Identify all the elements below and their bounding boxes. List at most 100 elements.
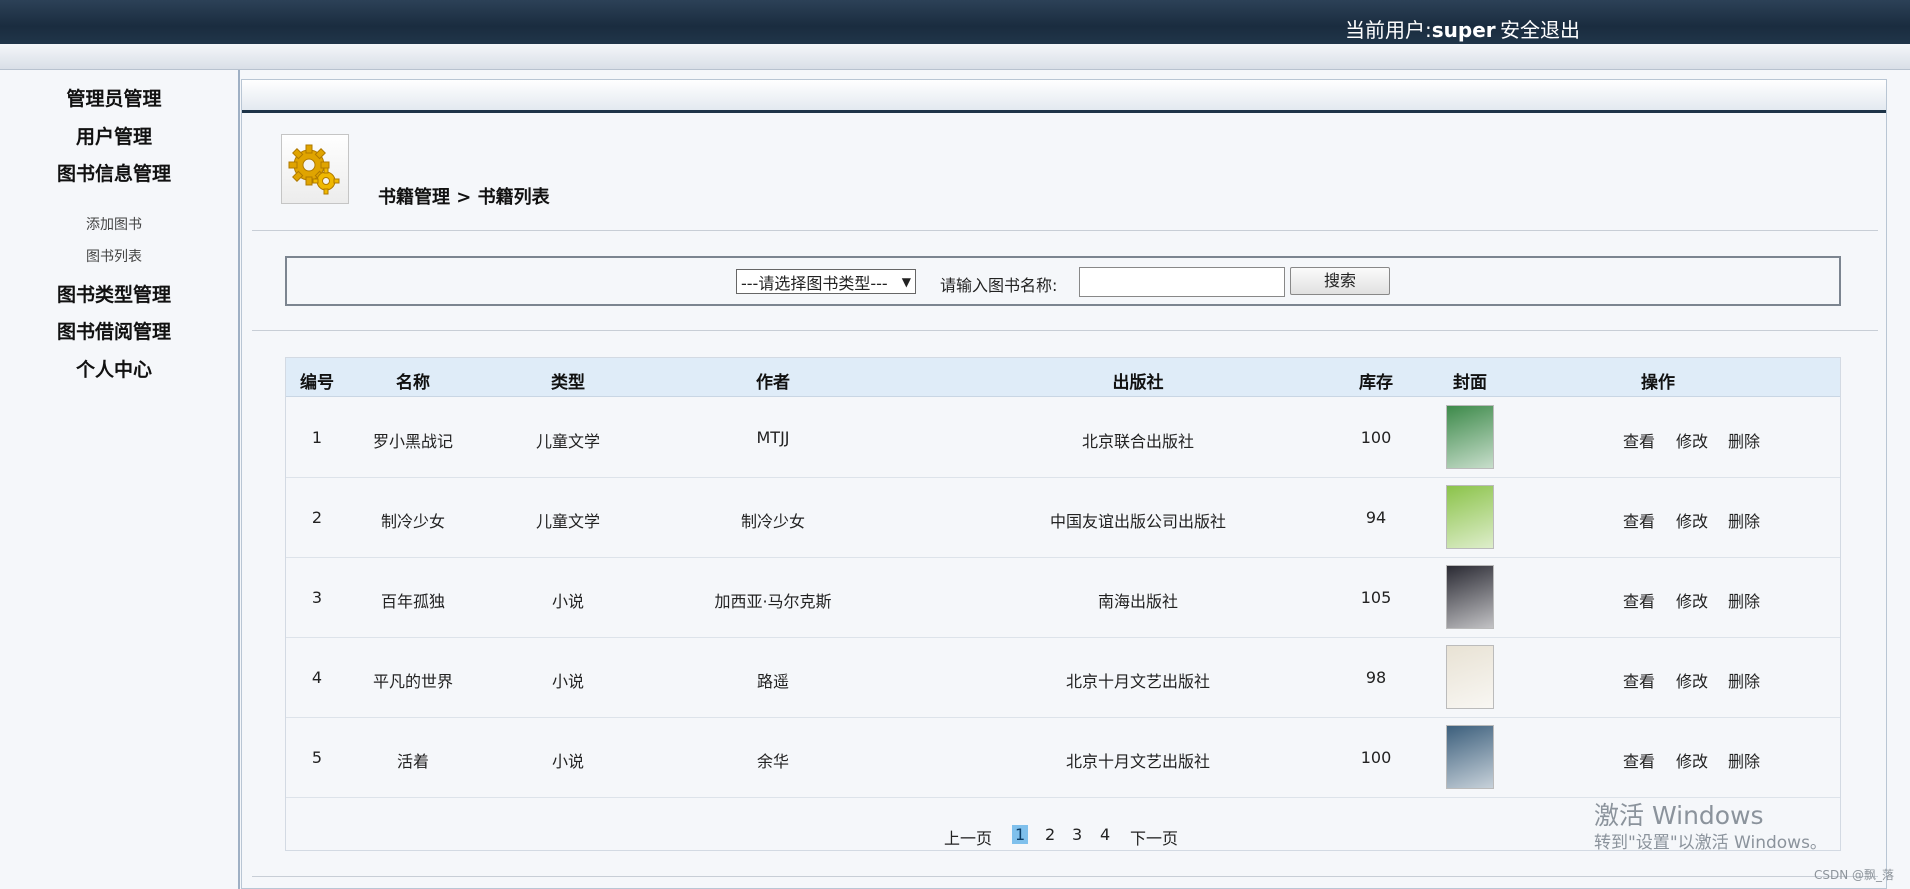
sidebar-item-book-types[interactable]: 图书类型管理 [0, 280, 228, 307]
col-header-stock: 库存 [1359, 373, 1393, 393]
delete-button[interactable]: 删除 [1728, 588, 1760, 612]
cell-author: 制冷少女 [740, 512, 805, 531]
sidebar-item-profile[interactable]: 个人中心 [0, 355, 228, 382]
search-button[interactable]: 搜索 [1290, 267, 1390, 295]
table-row: 5 活着 小说 余华 北京十月文艺出版社 100 查看 修改 删除 [286, 718, 1840, 798]
col-header-id: 编号 [300, 373, 334, 393]
table-row: 1 罗小黑战记 儿童文学 MTJJ 北京联合出版社 100 查看 修改 删除 [286, 398, 1840, 478]
cell-type: 小说 [551, 592, 584, 611]
cell-author: MTJJ [756, 428, 790, 447]
divider [252, 876, 1878, 877]
table-row: 2 制冷少女 儿童文学 制冷少女 中国友谊出版公司出版社 94 查看 修改 删除 [286, 478, 1840, 558]
csdn-watermark: CSDN @飘_落 [1814, 868, 1895, 882]
cell-name: 罗小黑战记 [372, 432, 453, 451]
cell-author: 余华 [756, 752, 789, 771]
windows-activation-hint: 转到"设置"以激活 Windows。 [1594, 833, 1827, 853]
chevron-down-icon: ▼ [901, 274, 911, 289]
book-cover-image [1446, 725, 1494, 789]
cell-name: 百年孤独 [380, 592, 445, 611]
top-bar: 当前用户:super 安全退出 [0, 0, 1910, 44]
edit-button[interactable]: 修改 [1676, 748, 1708, 772]
sidebar-subitem-book-list[interactable]: 图书列表 [0, 246, 228, 266]
divider [252, 330, 1878, 331]
col-header-publisher: 出版社 [1112, 373, 1164, 393]
sidebar-item-users[interactable]: 用户管理 [0, 122, 228, 149]
cell-publisher: 南海出版社 [1097, 592, 1178, 611]
edit-button[interactable]: 修改 [1676, 668, 1708, 692]
cell-publisher: 北京十月文艺出版社 [1065, 672, 1210, 691]
current-user-label: 当前用户: [1345, 18, 1432, 42]
cell-stock: 100 [1360, 428, 1392, 447]
current-user: 当前用户:super [1345, 14, 1496, 43]
cell-id: 1 [311, 428, 323, 447]
edit-button[interactable]: 修改 [1676, 428, 1708, 452]
breadcrumb: 书籍管理 > 书籍列表 [378, 187, 550, 208]
pager-page-1[interactable]: 1 [1012, 825, 1029, 844]
cell-stock: 105 [1360, 588, 1392, 607]
sidebar-subitem-add-book[interactable]: 添加图书 [0, 214, 228, 234]
sidebar-item-book-info[interactable]: 图书信息管理 [0, 159, 228, 186]
sidebar-item-borrowing[interactable]: 图书借阅管理 [0, 317, 228, 344]
book-cover-image [1446, 485, 1494, 549]
book-type-select[interactable]: ---请选择图书类型--- ▼ [736, 269, 916, 294]
book-cover-image [1446, 565, 1494, 629]
cell-stock: 98 [1365, 668, 1387, 687]
cell-id: 4 [311, 668, 323, 687]
table-header: 编号 名称 类型 作者 出版社 库存 封面 操作 [286, 358, 1840, 397]
cell-id: 3 [311, 588, 323, 607]
cell-type: 小说 [551, 752, 584, 771]
panel-header [242, 80, 1886, 113]
delete-button[interactable]: 删除 [1728, 508, 1760, 532]
cell-id: 2 [311, 508, 323, 527]
cell-name: 平凡的世界 [372, 672, 453, 691]
book-cover-image [1446, 645, 1494, 709]
cell-author: 路遥 [756, 672, 789, 691]
view-button[interactable]: 查看 [1623, 508, 1655, 532]
delete-button[interactable]: 删除 [1728, 668, 1760, 692]
book-name-input[interactable] [1079, 267, 1285, 297]
cell-stock: 100 [1360, 748, 1392, 767]
cell-type: 儿童文学 [535, 512, 600, 531]
col-header-name: 名称 [396, 373, 430, 393]
book-cover-image [1446, 405, 1494, 469]
view-button[interactable]: 查看 [1623, 588, 1655, 612]
pager-next[interactable]: 下一页 [1130, 825, 1178, 849]
edit-button[interactable]: 修改 [1676, 588, 1708, 612]
divider [252, 230, 1878, 231]
delete-button[interactable]: 删除 [1728, 748, 1760, 772]
edit-button[interactable]: 修改 [1676, 508, 1708, 532]
col-header-type: 类型 [551, 373, 585, 393]
windows-activation-title: 激活 Windows [1594, 801, 1764, 830]
sidebar-item-admin[interactable]: 管理员管理 [0, 84, 228, 111]
cell-publisher: 中国友谊出版公司出版社 [1049, 512, 1226, 531]
table-row: 4 平凡的世界 小说 路遥 北京十月文艺出版社 98 查看 修改 删除 [286, 638, 1840, 718]
pager-page-2[interactable]: 2 [1045, 825, 1055, 844]
pager-prev[interactable]: 上一页 [944, 825, 992, 849]
cell-type: 儿童文学 [535, 432, 600, 451]
current-user-name: super [1431, 18, 1496, 42]
book-type-select-value: ---请选择图书类型--- [741, 273, 888, 293]
logout-link[interactable]: 安全退出 [1500, 14, 1580, 43]
delete-button[interactable]: 删除 [1728, 428, 1760, 452]
sub-bar [0, 44, 1910, 70]
pager-page-4[interactable]: 4 [1100, 825, 1110, 844]
col-header-author: 作者 [756, 373, 790, 393]
gear-icon [281, 134, 349, 204]
search-panel [285, 256, 1841, 306]
col-header-actions: 操作 [1641, 373, 1675, 393]
cell-name: 活着 [396, 752, 429, 771]
col-header-cover: 封面 [1453, 373, 1487, 393]
cell-stock: 94 [1365, 508, 1387, 527]
cell-publisher: 北京联合出版社 [1081, 432, 1194, 451]
cell-type: 小说 [551, 672, 584, 691]
cell-id: 5 [311, 748, 323, 767]
book-table: 编号 名称 类型 作者 出版社 库存 封面 操作 1 罗小黑战记 儿童文学 MTJJ 北… [285, 357, 1841, 851]
pager-page-3[interactable]: 3 [1072, 825, 1082, 844]
view-button[interactable]: 查看 [1623, 748, 1655, 772]
view-button[interactable]: 查看 [1623, 668, 1655, 692]
cell-author: 加西亚·马尔克斯 [714, 592, 832, 611]
view-button[interactable]: 查看 [1623, 428, 1655, 452]
sidebar: 管理员管理 用户管理 图书信息管理 添加图书 图书列表 图书类型管理 图书借阅管… [0, 70, 240, 889]
table-row: 3 百年孤独 小说 加西亚·马尔克斯 南海出版社 105 查看 修改 删除 [286, 558, 1840, 638]
book-name-label: 请输入图书名称: [940, 276, 1058, 295]
